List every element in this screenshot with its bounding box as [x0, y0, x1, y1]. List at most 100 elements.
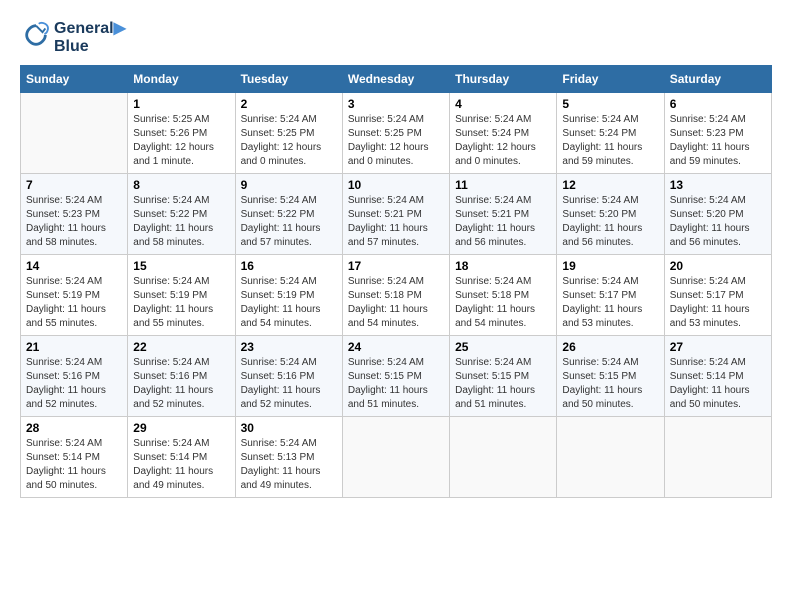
day-number: 23	[241, 340, 337, 354]
day-info: Sunrise: 5:24 AMSunset: 5:14 PMDaylight:…	[670, 356, 766, 412]
day-number: 21	[26, 340, 122, 354]
calendar-cell: 10 Sunrise: 5:24 AMSunset: 5:21 PMDayligh…	[342, 174, 449, 255]
day-number: 11	[455, 178, 551, 192]
day-number: 10	[348, 178, 444, 192]
calendar-cell: 12Sunrise: 5:24 AMSunset: 5:20 PMDayligh…	[557, 174, 664, 255]
calendar-week-row: 1 Sunrise: 5:25 AMSunset: 5:26 PMDaylight…	[21, 93, 772, 174]
logo: General▶ Blue	[20, 20, 126, 55]
day-number: 30	[241, 421, 337, 435]
calendar-cell: 6 Sunrise: 5:24 AMSunset: 5:23 PMDaylight…	[664, 93, 771, 174]
day-info: Sunrise: 5:24 AMSunset: 5:24 PMDaylight:…	[562, 113, 658, 169]
day-info: Sunrise: 5:24 AMSunset: 5:18 PMDaylight:…	[455, 275, 551, 331]
day-info: Sunrise: 5:24 AMSunset: 5:14 PMDaylight:…	[26, 437, 122, 493]
day-number: 7	[26, 178, 122, 192]
calendar-cell: 14 Sunrise: 5:24 AMSunset: 5:19 PMDayligh…	[21, 255, 128, 336]
day-number: 3	[348, 97, 444, 111]
day-number: 15	[133, 259, 229, 273]
day-info: Sunrise: 5:24 AMSunset: 5:21 PMDaylight:…	[348, 194, 444, 250]
day-number: 13	[670, 178, 766, 192]
calendar-body: 1 Sunrise: 5:25 AMSunset: 5:26 PMDaylight…	[21, 93, 772, 498]
day-number: 27	[670, 340, 766, 354]
calendar-cell: 3 Sunrise: 5:24 AMSunset: 5:25 PMDaylight…	[342, 93, 449, 174]
calendar-cell: 8 Sunrise: 5:24 AMSunset: 5:22 PMDaylight…	[128, 174, 235, 255]
calendar-cell: 18Sunrise: 5:24 AMSunset: 5:18 PMDayligh…	[450, 255, 557, 336]
weekday-header-tuesday: Tuesday	[235, 66, 342, 93]
day-info: Sunrise: 5:24 AMSunset: 5:23 PMDaylight:…	[670, 113, 766, 169]
day-info: Sunrise: 5:24 AMSunset: 5:19 PMDaylight:…	[133, 275, 229, 331]
day-info: Sunrise: 5:24 AMSunset: 5:25 PMDaylight:…	[241, 113, 337, 169]
day-info: Sunrise: 5:25 AMSunset: 5:26 PMDaylight:…	[133, 113, 229, 169]
calendar-cell: 17 Sunrise: 5:24 AMSunset: 5:18 PMDayligh…	[342, 255, 449, 336]
calendar-cell: 23 Sunrise: 5:24 AMSunset: 5:16 PMDayligh…	[235, 336, 342, 417]
day-number: 29	[133, 421, 229, 435]
calendar-cell: 27 Sunrise: 5:24 AMSunset: 5:14 PMDayligh…	[664, 336, 771, 417]
calendar-week-row: 28 Sunrise: 5:24 AMSunset: 5:14 PMDayligh…	[21, 417, 772, 498]
day-info: Sunrise: 5:24 AMSunset: 5:24 PMDaylight:…	[455, 113, 551, 169]
day-info: Sunrise: 5:24 AMSunset: 5:19 PMDaylight:…	[241, 275, 337, 331]
calendar-cell: 28 Sunrise: 5:24 AMSunset: 5:14 PMDayligh…	[21, 417, 128, 498]
calendar-cell: 5 Sunrise: 5:24 AMSunset: 5:24 PMDaylight…	[557, 93, 664, 174]
calendar-cell: 26 Sunrise: 5:24 AMSunset: 5:15 PMDayligh…	[557, 336, 664, 417]
day-number: 19	[562, 259, 658, 273]
day-info: Sunrise: 5:24 AMSunset: 5:20 PMDaylight:…	[670, 194, 766, 250]
weekday-header-thursday: Thursday	[450, 66, 557, 93]
day-number: 24	[348, 340, 444, 354]
day-number: 17	[348, 259, 444, 273]
calendar-cell: 24Sunrise: 5:24 AMSunset: 5:15 PMDayligh…	[342, 336, 449, 417]
calendar-cell: 19 Sunrise: 5:24 AMSunset: 5:17 PMDayligh…	[557, 255, 664, 336]
day-number: 8	[133, 178, 229, 192]
weekday-header-saturday: Saturday	[664, 66, 771, 93]
calendar-cell: 1 Sunrise: 5:25 AMSunset: 5:26 PMDaylight…	[128, 93, 235, 174]
calendar-cell: 2 Sunrise: 5:24 AMSunset: 5:25 PMDaylight…	[235, 93, 342, 174]
day-number: 20	[670, 259, 766, 273]
day-info: Sunrise: 5:24 AMSunset: 5:23 PMDaylight:…	[26, 194, 122, 250]
calendar-cell: 4Sunrise: 5:24 AMSunset: 5:24 PMDaylight…	[450, 93, 557, 174]
day-number: 14	[26, 259, 122, 273]
calendar-cell	[342, 417, 449, 498]
calendar-cell: 25 Sunrise: 5:24 AMSunset: 5:15 PMDayligh…	[450, 336, 557, 417]
day-info: Sunrise: 5:24 AMSunset: 5:16 PMDaylight:…	[241, 356, 337, 412]
day-info: Sunrise: 5:24 AMSunset: 5:17 PMDaylight:…	[562, 275, 658, 331]
calendar-cell: 13 Sunrise: 5:24 AMSunset: 5:20 PMDayligh…	[664, 174, 771, 255]
calendar-cell	[450, 417, 557, 498]
calendar-table: SundayMondayTuesdayWednesdayThursdayFrid…	[20, 65, 772, 498]
weekday-header-wednesday: Wednesday	[342, 66, 449, 93]
calendar-cell: 30 Sunrise: 5:24 AMSunset: 5:13 PMDayligh…	[235, 417, 342, 498]
day-number: 2	[241, 97, 337, 111]
day-info: Sunrise: 5:24 AMSunset: 5:16 PMDaylight:…	[26, 356, 122, 412]
day-info: Sunrise: 5:24 AMSunset: 5:17 PMDaylight:…	[670, 275, 766, 331]
day-number: 22	[133, 340, 229, 354]
calendar-cell: 11Sunrise: 5:24 AMSunset: 5:21 PMDayligh…	[450, 174, 557, 255]
day-info: Sunrise: 5:24 AMSunset: 5:22 PMDaylight:…	[133, 194, 229, 250]
calendar-cell	[664, 417, 771, 498]
calendar-cell: 9 Sunrise: 5:24 AMSunset: 5:22 PMDaylight…	[235, 174, 342, 255]
day-number: 26	[562, 340, 658, 354]
day-number: 6	[670, 97, 766, 111]
calendar-week-row: 21 Sunrise: 5:24 AMSunset: 5:16 PMDayligh…	[21, 336, 772, 417]
day-info: Sunrise: 5:24 AMSunset: 5:22 PMDaylight:…	[241, 194, 337, 250]
day-number: 1	[133, 97, 229, 111]
day-info: Sunrise: 5:24 AMSunset: 5:14 PMDaylight:…	[133, 437, 229, 493]
day-number: 9	[241, 178, 337, 192]
day-info: Sunrise: 5:24 AMSunset: 5:18 PMDaylight:…	[348, 275, 444, 331]
calendar-week-row: 7 Sunrise: 5:24 AMSunset: 5:23 PMDaylight…	[21, 174, 772, 255]
calendar-week-row: 14 Sunrise: 5:24 AMSunset: 5:19 PMDayligh…	[21, 255, 772, 336]
day-info: Sunrise: 5:24 AMSunset: 5:13 PMDaylight:…	[241, 437, 337, 493]
weekday-header-friday: Friday	[557, 66, 664, 93]
day-info: Sunrise: 5:24 AMSunset: 5:25 PMDaylight:…	[348, 113, 444, 169]
calendar-cell: 21 Sunrise: 5:24 AMSunset: 5:16 PMDayligh…	[21, 336, 128, 417]
logo-icon	[22, 21, 50, 49]
day-info: Sunrise: 5:24 AMSunset: 5:15 PMDaylight:…	[562, 356, 658, 412]
day-number: 25	[455, 340, 551, 354]
calendar-cell	[21, 93, 128, 174]
calendar-cell: 29 Sunrise: 5:24 AMSunset: 5:14 PMDayligh…	[128, 417, 235, 498]
day-info: Sunrise: 5:24 AMSunset: 5:19 PMDaylight:…	[26, 275, 122, 331]
day-info: Sunrise: 5:24 AMSunset: 5:16 PMDaylight:…	[133, 356, 229, 412]
day-info: Sunrise: 5:24 AMSunset: 5:15 PMDaylight:…	[455, 356, 551, 412]
day-number: 28	[26, 421, 122, 435]
day-number: 12	[562, 178, 658, 192]
calendar-cell: 15 Sunrise: 5:24 AMSunset: 5:19 PMDayligh…	[128, 255, 235, 336]
day-number: 5	[562, 97, 658, 111]
calendar-header-row: SundayMondayTuesdayWednesdayThursdayFrid…	[21, 66, 772, 93]
calendar-cell: 22 Sunrise: 5:24 AMSunset: 5:16 PMDayligh…	[128, 336, 235, 417]
